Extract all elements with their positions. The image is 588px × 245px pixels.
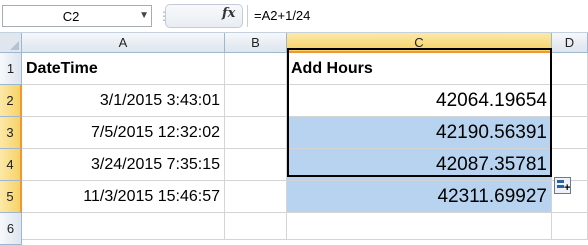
row-header-2[interactable]: 2 (0, 85, 22, 117)
paste-icon-line-1 (557, 180, 564, 183)
paste-icon-plus: + (564, 182, 571, 194)
cell-a6[interactable] (22, 213, 225, 240)
cell-b5[interactable] (225, 181, 287, 213)
row-header-6[interactable]: 6 (0, 213, 22, 245)
chevron-down-icon[interactable]: ▼ (139, 10, 149, 21)
cell-d2[interactable] (552, 85, 588, 117)
cell-d3[interactable] (552, 117, 588, 149)
formula-bar-separator: ⋮ (158, 9, 170, 23)
name-box[interactable]: C2 ▼ (2, 5, 152, 27)
formula-input[interactable]: =A2+1/24 (247, 5, 588, 27)
cell-d1[interactable] (552, 53, 588, 85)
row-header-3[interactable]: 3 (0, 117, 22, 149)
spreadsheet-grid: A B C D 1 2 3 4 5 6 DateTime Add Hours 3… (0, 33, 588, 245)
cell-a2[interactable]: 3/1/2015 3:43:01 (22, 85, 225, 117)
insert-function-icon[interactable]: fx (222, 6, 235, 21)
cell-b4[interactable] (225, 149, 287, 181)
cell-b2[interactable] (225, 85, 287, 117)
cell-c6[interactable] (287, 213, 552, 240)
column-header-b[interactable]: B (225, 33, 287, 53)
cell-a3[interactable]: 7/5/2015 12:32:02 (22, 117, 225, 149)
row-header-1[interactable]: 1 (0, 53, 22, 85)
formula-bar: C2 ▼ ⋮ fx =A2+1/24 (0, 0, 588, 33)
paste-options-icon[interactable]: + (554, 177, 571, 194)
select-all-button[interactable] (0, 33, 22, 53)
cell-b1[interactable] (225, 53, 287, 85)
cell-a1[interactable]: DateTime (22, 53, 225, 85)
cell-c5[interactable]: 42311.69927 (287, 181, 552, 213)
row-header-5[interactable]: 5 (0, 181, 22, 213)
name-box-value: C2 (62, 9, 80, 24)
cell-a4[interactable]: 3/24/2015 7:35:15 (22, 149, 225, 181)
cell-c1[interactable]: Add Hours (287, 53, 552, 85)
row-header-4[interactable]: 4 (0, 149, 22, 181)
cell-a5[interactable]: 11/3/2015 15:46:57 (22, 181, 225, 213)
column-header-c[interactable]: C (287, 33, 552, 53)
cell-c4[interactable]: 42087.35781 (287, 149, 552, 181)
cell-b3[interactable] (225, 117, 287, 149)
cell-d6[interactable] (552, 213, 588, 240)
cell-c2[interactable]: 42064.19654 (287, 85, 552, 117)
cell-b6[interactable] (225, 213, 287, 240)
column-header-d[interactable]: D (552, 33, 588, 53)
column-header-a[interactable]: A (22, 33, 225, 53)
paste-icon-line-2 (557, 185, 564, 188)
cell-c3[interactable]: 42190.56391 (287, 117, 552, 149)
